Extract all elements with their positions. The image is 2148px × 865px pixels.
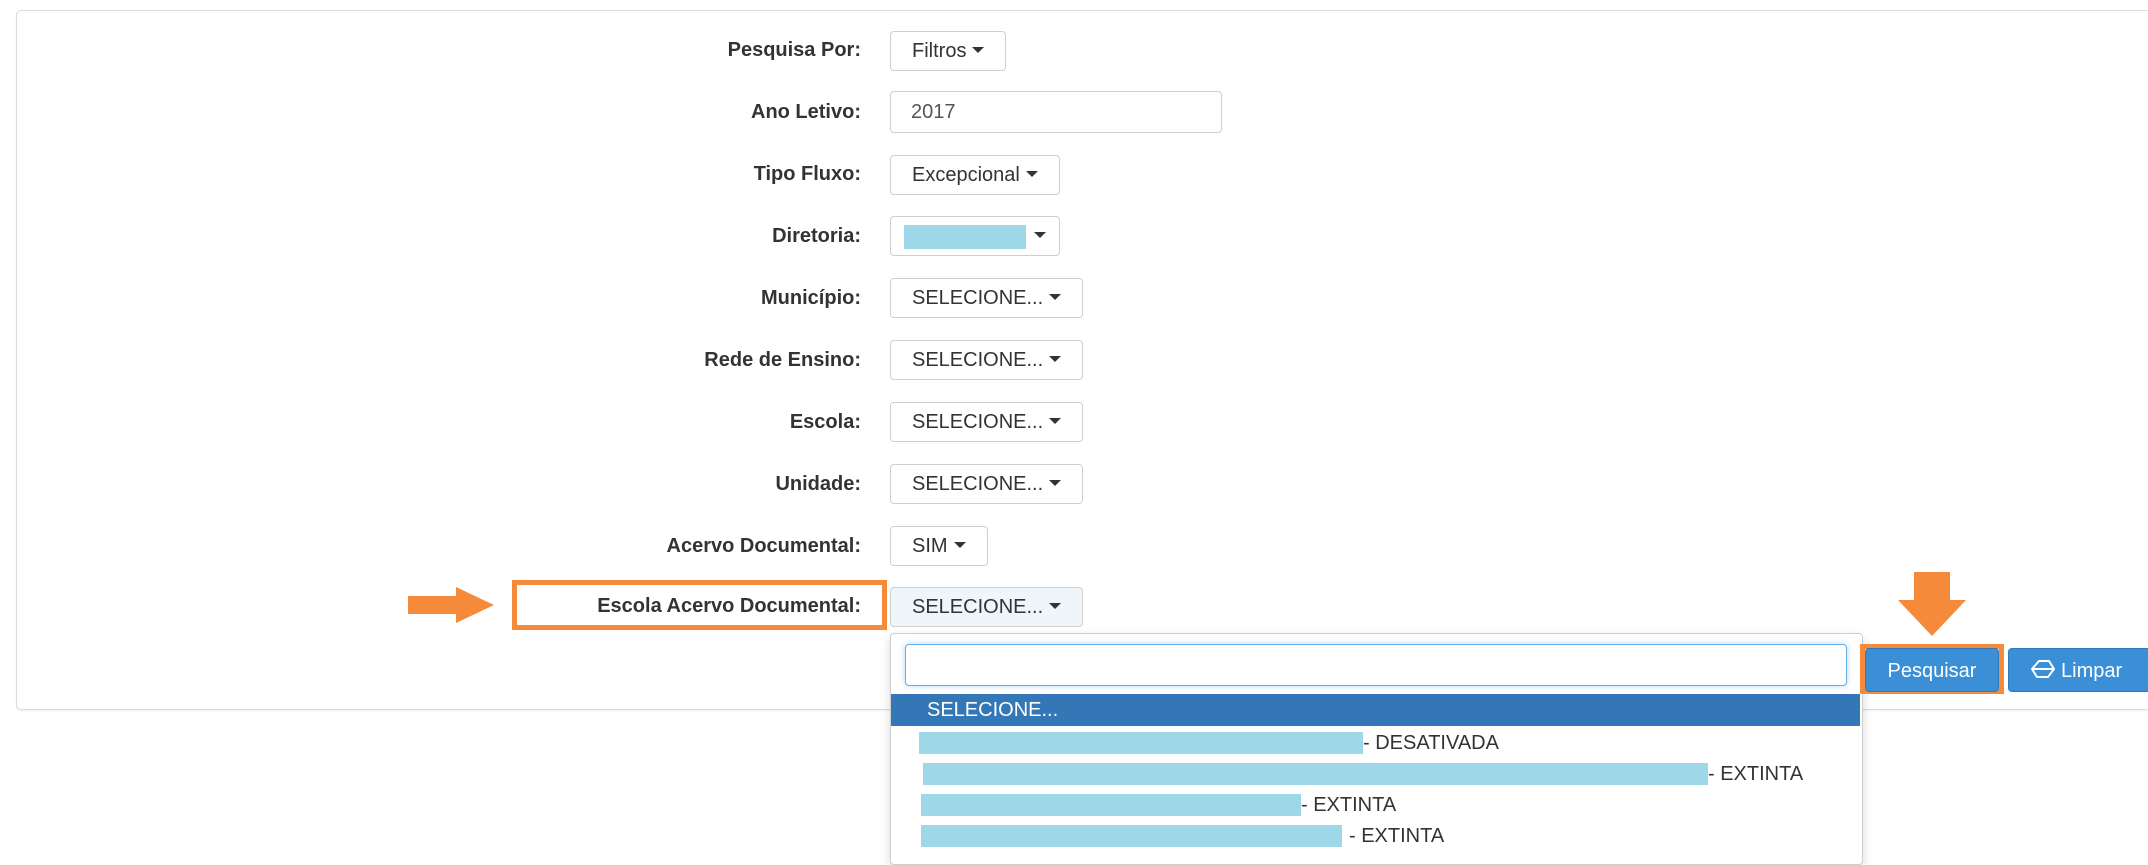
option-name-redacted xyxy=(921,825,1342,847)
caret-down-icon xyxy=(972,46,985,53)
option-name-redacted xyxy=(923,763,1708,785)
eraser-icon xyxy=(2030,650,2056,694)
option-status: - EXTINTA xyxy=(1301,794,1397,816)
escola-value: SELECIONE... xyxy=(912,411,1044,433)
caret-down-icon xyxy=(1049,479,1062,486)
clear-button[interactable]: Limpar xyxy=(2008,648,2148,692)
caret-down-icon xyxy=(1025,170,1038,177)
rede-ensino-label: Rede de Ensino: xyxy=(704,349,861,371)
rede-ensino-value: SELECIONE... xyxy=(912,349,1044,371)
escola-acervo-label: Escola Acervo Documental: xyxy=(597,595,861,617)
option-status: - DESATIVADA xyxy=(1363,732,1499,754)
diretoria-label: Diretoria: xyxy=(772,225,861,247)
caret-down-icon xyxy=(1034,231,1046,238)
rede-ensino-dropdown[interactable]: SELECIONE... xyxy=(890,340,1084,380)
option-status: - EXTINTA xyxy=(1708,763,1804,785)
arrow-right-icon xyxy=(408,587,494,623)
tipo-fluxo-dropdown[interactable]: Excepcional xyxy=(890,155,1060,195)
pesquisa-por-label: Pesquisa Por: xyxy=(727,39,861,61)
escola-acervo-value: SELECIONE... xyxy=(912,596,1044,618)
unidade-value: SELECIONE... xyxy=(912,473,1044,495)
search-button[interactable]: Pesquisar xyxy=(1865,648,1999,692)
diretoria-dropdown[interactable] xyxy=(890,216,1060,256)
acervo-documental-label: Acervo Documental: xyxy=(666,535,862,557)
municipio-label: Município: xyxy=(761,287,861,309)
option-name-redacted xyxy=(919,732,1363,754)
pesquisa-por-dropdown[interactable]: Filtros xyxy=(890,31,1007,71)
municipio-dropdown[interactable]: SELECIONE... xyxy=(890,278,1084,318)
option-status: - EXTINTA xyxy=(1349,825,1445,847)
option-name-redacted xyxy=(921,794,1301,816)
ano-letivo-label: Ano Letivo: xyxy=(751,101,861,123)
arrow-down-icon xyxy=(1898,572,1966,636)
tipo-fluxo-label: Tipo Fluxo: xyxy=(753,163,861,185)
municipio-value: SELECIONE... xyxy=(912,287,1044,309)
unidade-label: Unidade: xyxy=(775,473,861,495)
caret-down-icon xyxy=(1049,355,1062,362)
caret-down-icon xyxy=(1049,602,1062,609)
dropdown-option[interactable]: - EXTINTA xyxy=(891,821,1860,851)
caret-down-icon xyxy=(953,541,966,548)
unidade-dropdown[interactable]: SELECIONE... xyxy=(890,464,1084,504)
caret-down-icon xyxy=(1049,417,1062,424)
pesquisa-por-value: Filtros xyxy=(912,40,967,62)
dropdown-option[interactable]: - EXTINTA xyxy=(891,759,1860,789)
dropdown-option[interactable]: - EXTINTA xyxy=(891,790,1860,820)
dropdown-option[interactable]: - DESATIVADA xyxy=(891,728,1860,758)
acervo-documental-value: SIM xyxy=(912,535,948,557)
escola-acervo-dropdown[interactable]: SELECIONE... xyxy=(890,587,1084,627)
diretoria-value-redacted xyxy=(904,224,1026,249)
acervo-documental-dropdown[interactable]: SIM xyxy=(890,526,988,566)
escola-acervo-dropdown-menu: SELECIONE... - DESATIVADA - EXTINTA - EX… xyxy=(890,633,1863,865)
escola-dropdown[interactable]: SELECIONE... xyxy=(890,402,1084,442)
dropdown-search-input[interactable] xyxy=(905,644,1847,686)
tipo-fluxo-value: Excepcional xyxy=(912,164,1020,186)
caret-down-icon xyxy=(1049,293,1062,300)
escola-label: Escola: xyxy=(789,411,861,433)
dropdown-option-selected[interactable]: SELECIONE... xyxy=(891,694,1860,726)
ano-letivo-input[interactable]: 2017 xyxy=(890,91,1222,133)
clear-button-label: Limpar xyxy=(2061,660,2123,682)
